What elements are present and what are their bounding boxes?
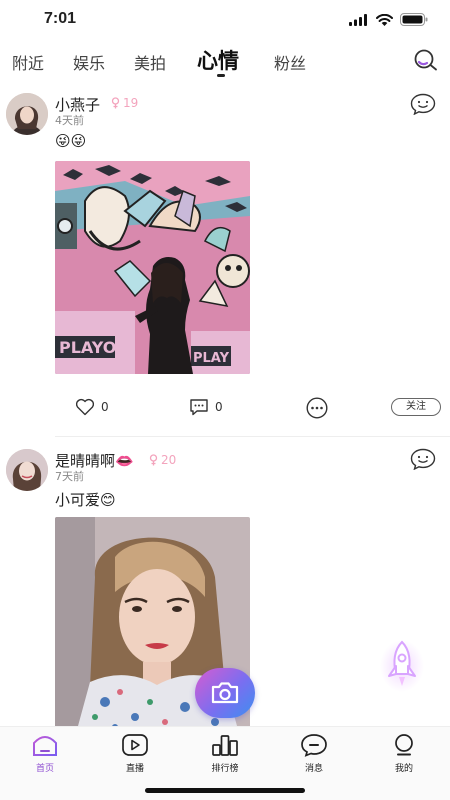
post-time: 4天前 [55, 114, 84, 127]
signal-icon [349, 13, 367, 26]
nav-ranking[interactable]: 排行榜 [195, 733, 255, 774]
more-dots-icon [306, 397, 328, 419]
level-value: 20 [161, 453, 177, 467]
svg-text:PLAY: PLAY [193, 351, 230, 366]
post-photo[interactable]: PLAYO PLAY [55, 161, 250, 374]
post-divider [55, 436, 450, 437]
female-icon [111, 97, 120, 109]
comment-smile-icon[interactable] [410, 448, 436, 470]
nav-home[interactable]: 首页 [15, 733, 75, 774]
nav-live[interactable]: 直播 [105, 733, 165, 774]
tab-beauty-photo[interactable]: 美拍 [134, 50, 166, 74]
status-bar: 7:01 [0, 0, 450, 40]
avatar[interactable] [6, 93, 48, 135]
avatar[interactable] [6, 449, 48, 491]
tab-mood[interactable]: 心情 [197, 45, 239, 75]
profile-icon [395, 734, 413, 756]
reply-button[interactable]: 0 [189, 398, 223, 416]
post-actions: 0 0 关注 [0, 397, 450, 422]
camera-button[interactable] [195, 668, 255, 718]
post-text: 😜😜 [55, 132, 87, 150]
ranking-icon [212, 735, 238, 756]
nav-messages[interactable]: 消息 [284, 733, 344, 774]
chat-bubble-icon [190, 399, 208, 416]
tab-entertainment[interactable]: 娱乐 [73, 50, 105, 74]
more-button[interactable] [306, 397, 328, 419]
rocket-icon[interactable] [378, 636, 426, 692]
home-indicator [145, 788, 305, 793]
status-time: 7:01 [44, 10, 77, 27]
nav-label: 我的 [394, 764, 413, 774]
home-icon [33, 736, 57, 756]
message-icon [301, 734, 327, 757]
wifi-icon [376, 13, 393, 26]
level-badge: 20 [149, 453, 176, 467]
like-button[interactable]: 0 [75, 398, 109, 416]
level-value: 19 [123, 96, 139, 110]
level-badge: 19 [111, 96, 138, 110]
tab-fans[interactable]: 粉丝 [274, 50, 306, 74]
nav-label: 首页 [35, 764, 54, 774]
nav-label: 消息 [304, 764, 323, 774]
tab-nearby[interactable]: 附近 [12, 50, 44, 74]
svg-text:PLAYO: PLAYO [59, 338, 116, 357]
category-tabs: 附近 娱乐 美拍 心情 粉丝 [0, 40, 450, 82]
comment-count: 0 [215, 400, 223, 414]
camera-icon [211, 682, 239, 704]
nav-label: 排行榜 [211, 764, 239, 774]
follow-button[interactable]: 关注 [391, 398, 441, 416]
status-icons [349, 13, 428, 26]
post-text: 小可爱😊 [55, 491, 116, 509]
battery-icon [400, 13, 428, 26]
search-icon[interactable] [413, 48, 439, 72]
live-play-icon [122, 734, 148, 756]
post-time: 7天前 [55, 470, 84, 483]
active-tab-indicator [217, 74, 225, 77]
comment-smile-icon[interactable] [410, 93, 436, 115]
like-count: 0 [101, 400, 109, 414]
nav-profile[interactable]: 我的 [374, 733, 434, 774]
heart-icon [75, 398, 95, 416]
female-icon [149, 454, 158, 466]
nav-label: 直播 [125, 764, 144, 774]
feed[interactable]: 小燕子 19 4天前 😜😜 PLAYO PLAY 0 0 关注 是晴晴啊👄 20… [0, 84, 450, 726]
